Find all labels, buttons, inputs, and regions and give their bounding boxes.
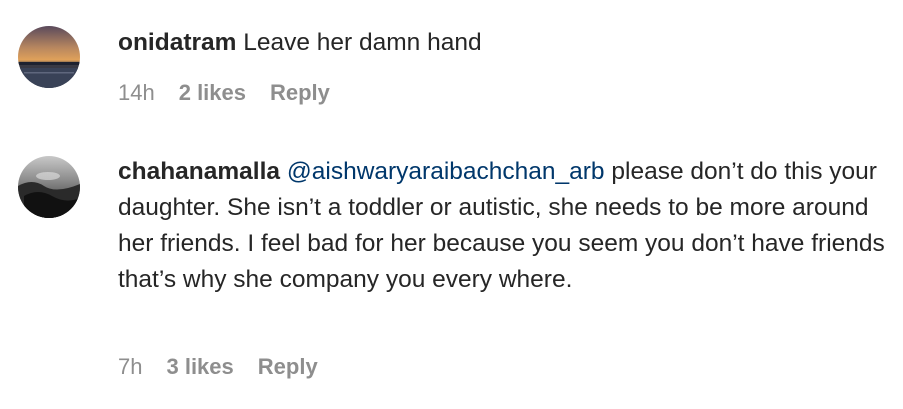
comment-username[interactable]: chahanamalla xyxy=(118,158,280,185)
avatar-sunset-icon xyxy=(18,26,80,88)
comment-meta: 7h 3 likes Reply xyxy=(118,354,318,380)
comment-text: onidatram Leave her damn hand xyxy=(118,25,893,61)
comment-body: Leave her damn hand xyxy=(236,29,482,56)
reply-button[interactable]: Reply xyxy=(258,354,318,380)
avatar[interactable] xyxy=(18,156,80,218)
mention-link[interactable]: @aishwaryaraibachchan_arb xyxy=(287,158,605,185)
avatar[interactable] xyxy=(18,26,80,88)
comment-username[interactable]: onidatram xyxy=(118,29,236,56)
comment-time: 14h xyxy=(118,80,155,105)
comment-meta: 14h 2 likes Reply xyxy=(118,80,330,106)
likes-count-button[interactable]: 3 likes xyxy=(166,354,233,380)
reply-button[interactable]: Reply xyxy=(270,80,330,106)
avatar-mono-icon xyxy=(18,156,80,218)
comment-text: chahanamalla @aishwaryaraibachchan_arb p… xyxy=(118,154,893,298)
likes-count-button[interactable]: 2 likes xyxy=(179,80,246,106)
comment-time: 7h xyxy=(118,354,143,379)
